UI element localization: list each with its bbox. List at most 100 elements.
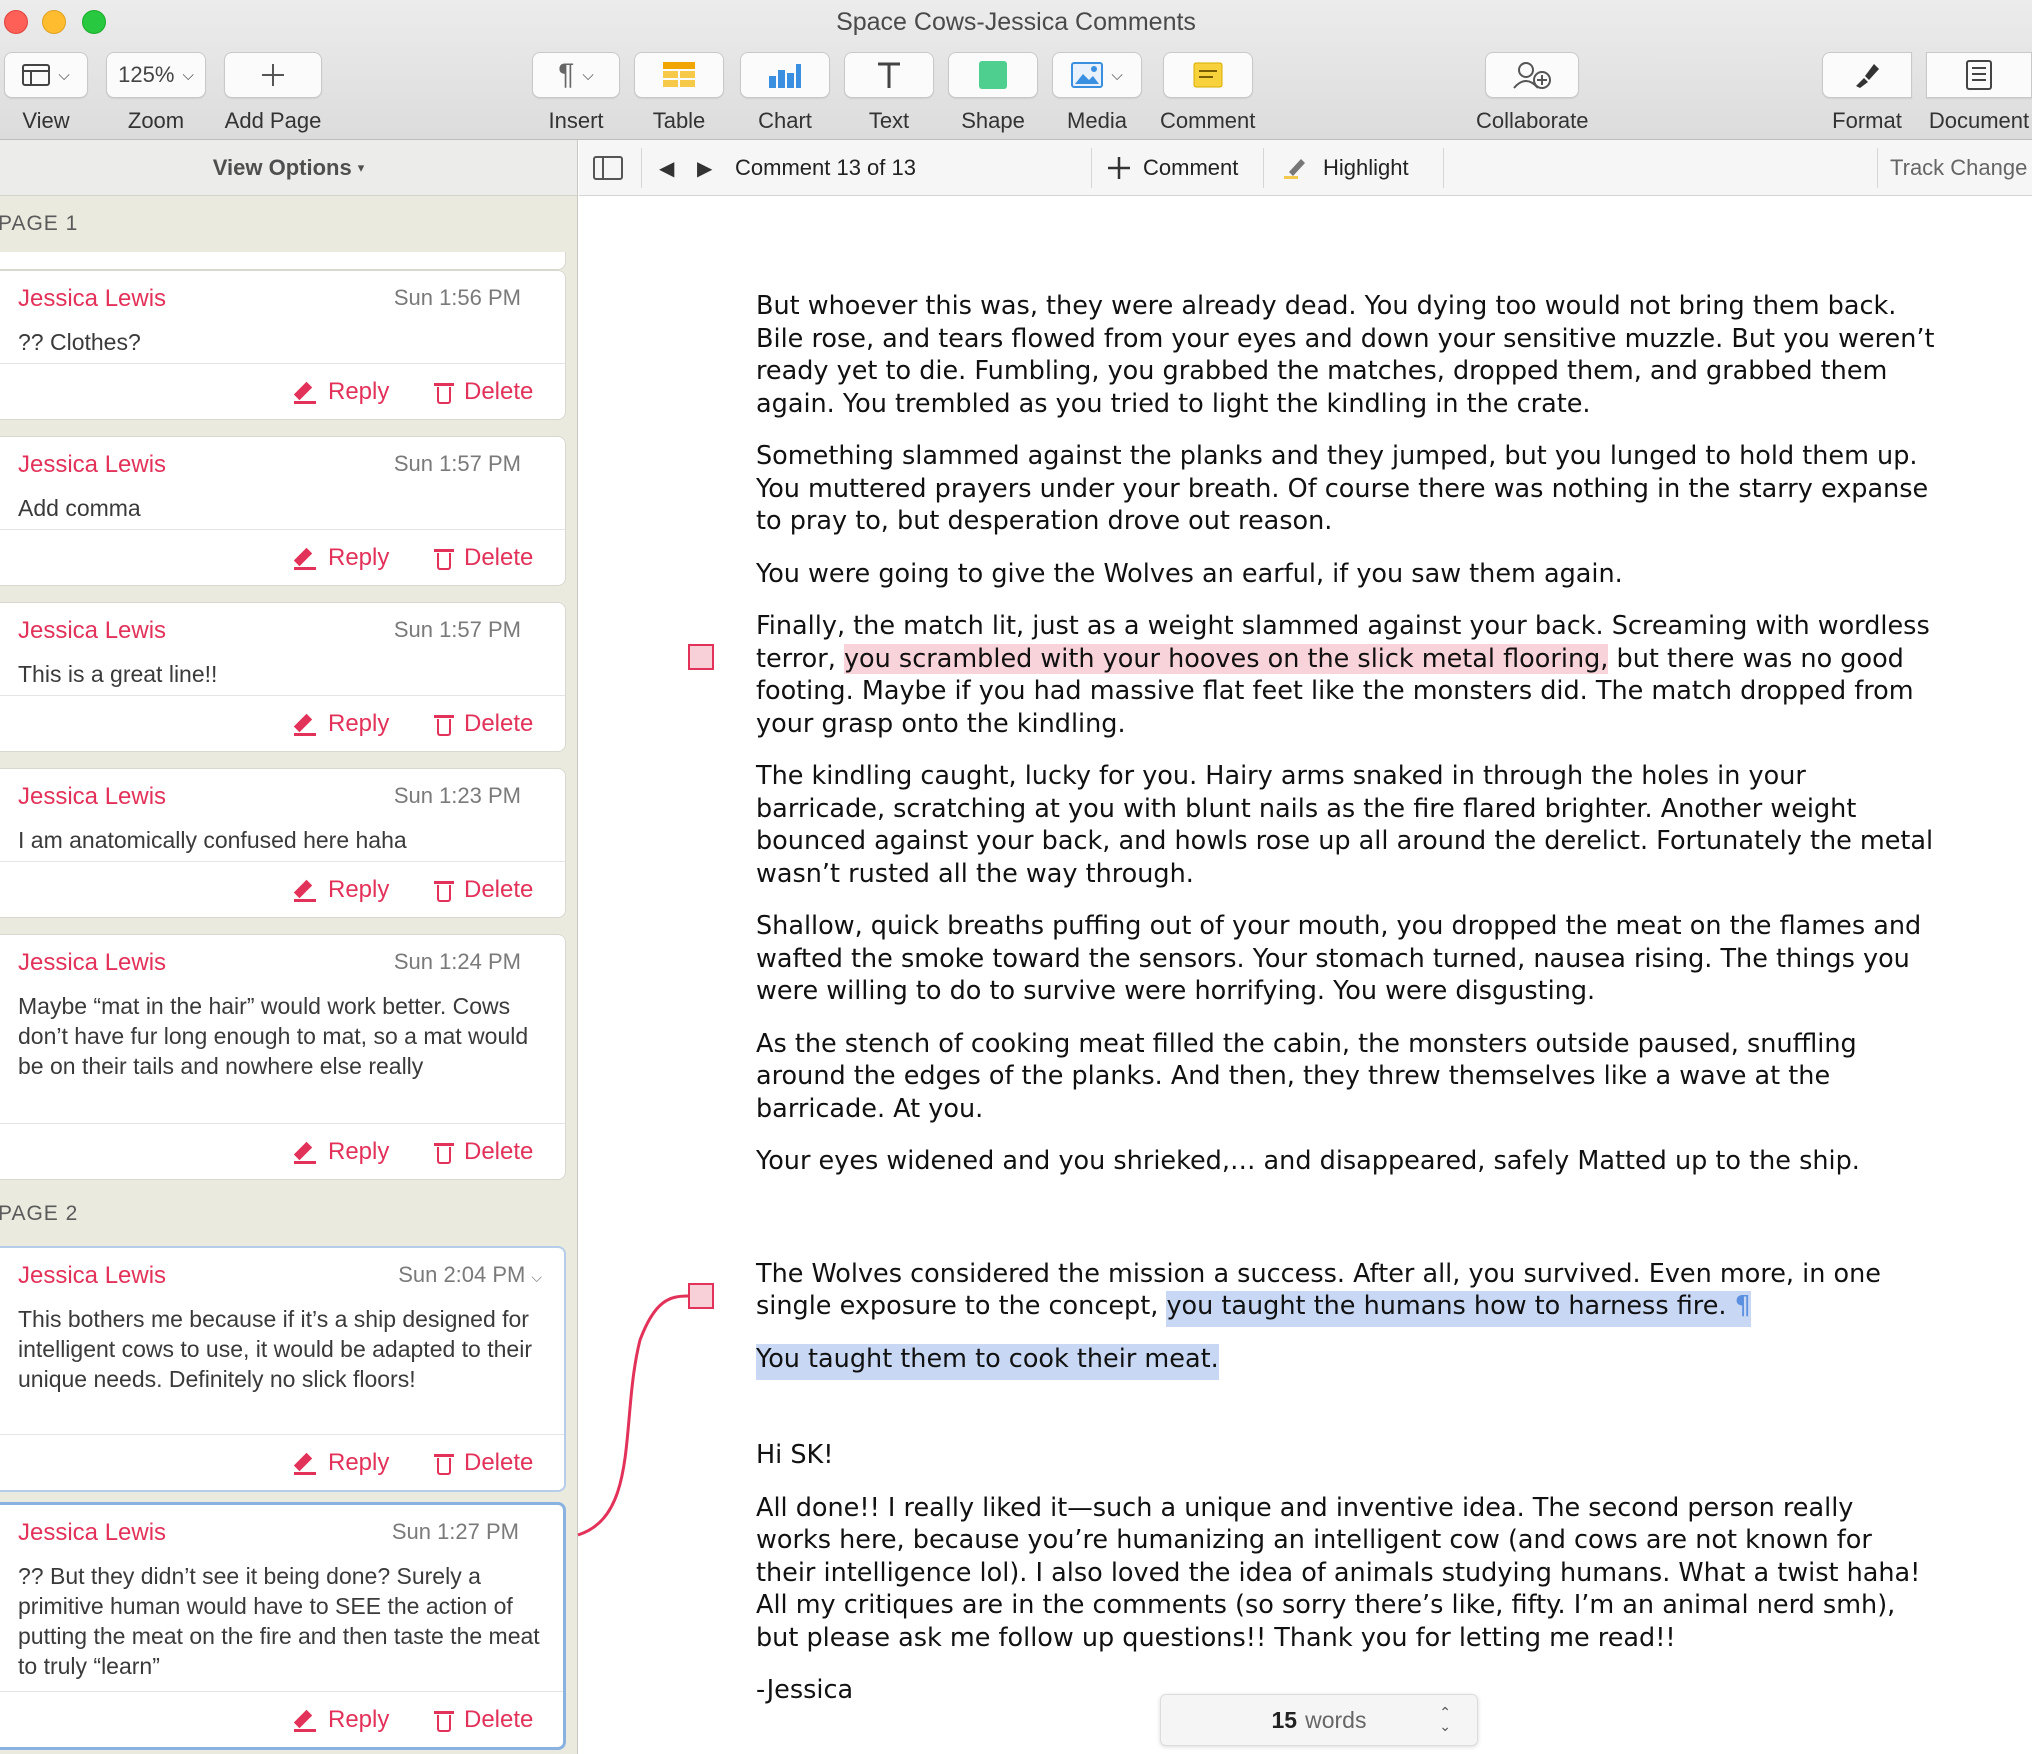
comment-navigator: Comment 13 of 13: [735, 155, 916, 180]
highlight-label: Highlight: [1323, 155, 1409, 180]
table-button[interactable]: [634, 52, 724, 98]
collaborate-button[interactable]: [1485, 52, 1580, 98]
comment-actions: Reply Delete: [0, 1434, 564, 1490]
previous-comment-icon[interactable]: ◀: [659, 140, 674, 196]
media-button[interactable]: ⌵: [1052, 52, 1142, 98]
table-icon: [663, 62, 695, 87]
document-body[interactable]: But whoever this was, they were already …: [756, 290, 1936, 1727]
toolbar-chart[interactable]: Chart: [740, 52, 830, 134]
comment-time: Sun 1:57 PM: [393, 617, 521, 642]
toolbar-shape[interactable]: Shape: [948, 52, 1038, 134]
shape-label: Shape: [961, 108, 1025, 133]
comment-author: Jessica Lewis: [18, 451, 167, 478]
comment-card[interactable]: Jessica Lewis Sun 1:23 PM I am anatomica…: [0, 768, 566, 918]
toolbar-comment[interactable]: Comment: [1160, 52, 1255, 134]
comment-time: Sun 1:57 PM: [393, 451, 521, 476]
comment-actions: Reply Delete: [0, 695, 565, 751]
reply-label: Reply: [328, 876, 390, 903]
comment-time: Sun 1:27 PM: [391, 1519, 519, 1544]
toolbar-document[interactable]: Document: [1926, 52, 2032, 134]
text-icon: [878, 62, 900, 88]
chevron-down-icon[interactable]: ⌵: [531, 1269, 542, 1285]
toolbar-insert[interactable]: ¶ ⌵ Insert: [532, 52, 620, 134]
comment-actions: Reply Delete: [0, 1691, 563, 1747]
comment-card[interactable]: Jessica Lewis Sun 1:56 PM ?? Clothes? Re…: [0, 270, 566, 420]
comment-card[interactable]: Jessica Lewis Sun 1:57 PM Add comma Repl…: [0, 436, 566, 586]
comment-anchor-marker[interactable]: [688, 1283, 714, 1309]
toggle-sidebar-button[interactable]: [593, 140, 623, 196]
reply-button[interactable]: Reply: [294, 1138, 389, 1166]
reply-button[interactable]: Reply: [294, 1449, 389, 1477]
comment-card-partial: [0, 252, 566, 270]
comment-time: Sun 2:04 PM ⌵: [398, 1262, 542, 1288]
trash-icon: [434, 878, 454, 902]
comment-card[interactable]: Jessica Lewis Sun 2:04 PM ⌵ This bothers …: [0, 1246, 566, 1492]
comment-anchor-marker[interactable]: [688, 644, 714, 670]
view-options-label: View Options: [212, 154, 352, 180]
selected-commented-text[interactable]: You taught them to cook their meat.: [756, 1343, 1219, 1374]
bar-chart-icon: [769, 64, 801, 88]
trash-icon: [434, 712, 454, 736]
reply-button[interactable]: Reply: [294, 876, 389, 904]
comment-card-selected[interactable]: Jessica Lewis Sun 1:27 PM ?? But they di…: [0, 1502, 566, 1750]
reply-label: Reply: [328, 1138, 390, 1165]
reply-button[interactable]: Reply: [294, 1706, 389, 1734]
toolbar-view[interactable]: ⌵ View: [4, 52, 88, 134]
comment-card[interactable]: Jessica Lewis Sun 1:57 PM This is a grea…: [0, 602, 566, 752]
comment-button[interactable]: [1162, 52, 1253, 98]
delete-label: Delete: [464, 876, 534, 903]
document-button[interactable]: [1926, 52, 2032, 98]
reply-button[interactable]: Reply: [294, 544, 389, 572]
delete-button[interactable]: Delete: [434, 710, 533, 738]
delete-label: Delete: [464, 544, 534, 571]
highlight-button[interactable]: Highlight: [1283, 140, 1409, 196]
toolbar-zoom[interactable]: 125% ⌵ Zoom: [106, 52, 206, 134]
shape-button[interactable]: [948, 52, 1038, 98]
comment-card[interactable]: Jessica Lewis Sun 1:24 PM Maybe “mat in …: [0, 934, 566, 1180]
delete-button[interactable]: Delete: [434, 1138, 533, 1166]
divider: [1443, 148, 1444, 188]
toolbar-add-page[interactable]: Add Page: [224, 52, 322, 134]
insert-button[interactable]: ¶ ⌵: [532, 52, 620, 98]
delete-label: Delete: [464, 710, 534, 737]
reply-label: Reply: [328, 1449, 390, 1476]
insert-label: Insert: [548, 108, 604, 133]
delete-button[interactable]: Delete: [434, 378, 533, 406]
paragraph: All done!! I really liked it—such a uniq…: [756, 1492, 1921, 1653]
reply-button[interactable]: Reply: [294, 378, 389, 406]
pilcrow-icon: ¶: [558, 58, 575, 91]
sidebar-toggle-icon: [593, 156, 623, 180]
toolbar-media[interactable]: ⌵ Media: [1052, 52, 1142, 134]
view-button[interactable]: ⌵: [4, 52, 88, 98]
zoom-select[interactable]: 125% ⌵: [106, 52, 206, 98]
next-comment-icon[interactable]: ▶: [697, 140, 712, 196]
toolbar-format[interactable]: Format: [1822, 52, 1912, 134]
word-count-indicator[interactable]: 15 words ⌃ ⌄: [1160, 1694, 1478, 1746]
comment-time: Sun 1:24 PM: [393, 949, 521, 974]
reply-button[interactable]: Reply: [294, 710, 389, 738]
selected-commented-text[interactable]: you taught the humans how to harness fir…: [1166, 1291, 1751, 1321]
divider: [1877, 148, 1878, 188]
delete-button[interactable]: Delete: [434, 544, 533, 572]
toolbar-table[interactable]: Table: [634, 52, 724, 134]
delete-button[interactable]: Delete: [434, 1449, 533, 1477]
delete-button[interactable]: Delete: [434, 1706, 533, 1734]
commented-text[interactable]: you scrambled with your hooves on the sl…: [843, 643, 1609, 674]
pilcrow-mark: ¶: [1734, 1291, 1751, 1321]
word-count-value: 15: [1271, 1706, 1298, 1733]
toolbar-collaborate[interactable]: Collaborate: [1476, 52, 1589, 134]
track-changes-button[interactable]: Track Change: [1890, 140, 2027, 196]
chart-button[interactable]: [740, 52, 830, 98]
text-button[interactable]: [844, 52, 934, 98]
add-comment-button[interactable]: Comment: [1107, 140, 1238, 196]
toolbar-text[interactable]: Text: [844, 52, 934, 134]
reply-label: Reply: [328, 544, 390, 571]
add-page-button[interactable]: [224, 52, 322, 98]
comment-actions: Reply Delete: [0, 529, 565, 585]
paragraph: Hi SK!: [756, 1440, 834, 1470]
view-options-button[interactable]: View Options ▾: [0, 140, 577, 196]
delete-button[interactable]: Delete: [434, 876, 533, 904]
format-button[interactable]: [1822, 52, 1912, 98]
paragraph: The Wolves considered the mission a succ…: [756, 1258, 1936, 1323]
